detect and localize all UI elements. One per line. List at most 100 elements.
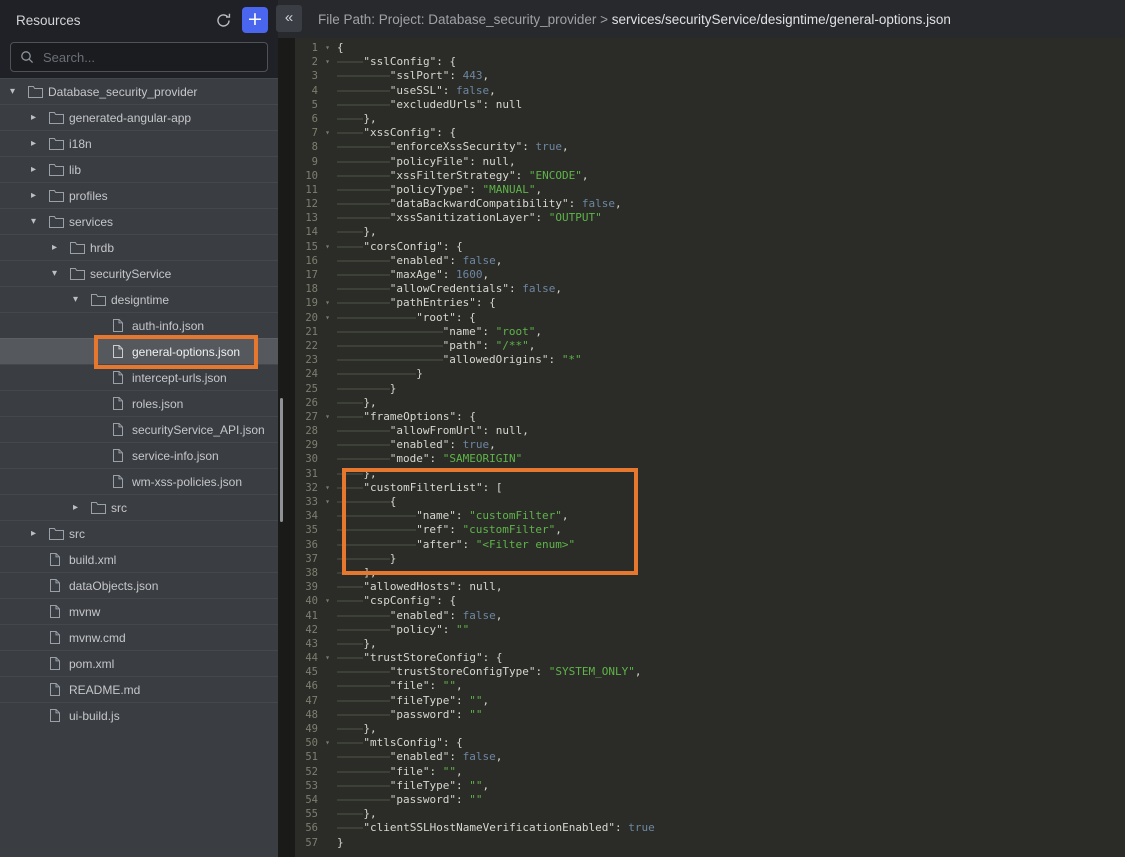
tree-item-Database_security_provider[interactable]: ▾Database_security_provider — [0, 78, 278, 104]
code-line-51[interactable]: 51"enabled": false, — [295, 750, 1125, 764]
tree-item-profiles[interactable]: ▸profiles — [0, 182, 278, 208]
tree-item-service-info.json[interactable]: service-info.json — [0, 442, 278, 468]
code-line-5[interactable]: 5"excludedUrls": null — [295, 98, 1125, 112]
code-line-38[interactable]: 38], — [295, 566, 1125, 580]
code-line-1[interactable]: 1▾{ — [295, 41, 1125, 55]
fold-chevron-icon[interactable]: ▾ — [318, 240, 337, 254]
tree-item-dataObjects.json[interactable]: dataObjects.json — [0, 572, 278, 598]
chevron-right-icon[interactable]: ▸ — [31, 113, 49, 123]
chevron-right-icon[interactable]: ▸ — [73, 503, 91, 513]
code-line-13[interactable]: 13"xssSanitizationLayer": "OUTPUT" — [295, 211, 1125, 225]
tree-item-services[interactable]: ▾services — [0, 208, 278, 234]
code-line-45[interactable]: 45"trustStoreConfigType": "SYSTEM_ONLY", — [295, 665, 1125, 679]
tree-item-hrdb[interactable]: ▸hrdb — [0, 234, 278, 260]
code-line-24[interactable]: 24} — [295, 367, 1125, 381]
code-line-19[interactable]: 19▾"pathEntries": { — [295, 296, 1125, 310]
fold-chevron-icon[interactable]: ▾ — [318, 55, 337, 69]
fold-chevron-icon[interactable]: ▾ — [318, 311, 337, 325]
code-line-3[interactable]: 3"sslPort": 443, — [295, 69, 1125, 83]
code-line-29[interactable]: 29"enabled": true, — [295, 438, 1125, 452]
code-line-12[interactable]: 12"dataBackwardCompatibility": false, — [295, 197, 1125, 211]
tree-item-securityService[interactable]: ▾securityService — [0, 260, 278, 286]
tree-item-mvnw.cmd[interactable]: mvnw.cmd — [0, 624, 278, 650]
code-line-16[interactable]: 16"enabled": false, — [295, 254, 1125, 268]
code-line-46[interactable]: 46"file": "", — [295, 679, 1125, 693]
tree-item-i18n[interactable]: ▸i18n — [0, 130, 278, 156]
code-area[interactable]: 1▾{2▾"sslConfig": {3"sslPort": 443,4"use… — [295, 41, 1125, 850]
code-line-18[interactable]: 18"allowCredentials": false, — [295, 282, 1125, 296]
code-line-10[interactable]: 10"xssFilterStrategy": "ENCODE", — [295, 169, 1125, 183]
code-line-15[interactable]: 15▾"corsConfig": { — [295, 240, 1125, 254]
fold-chevron-icon[interactable]: ▾ — [318, 126, 337, 140]
code-line-48[interactable]: 48"password": "" — [295, 708, 1125, 722]
fold-chevron-icon[interactable]: ▾ — [318, 495, 337, 509]
collapse-panel-button[interactable]: « — [276, 5, 302, 32]
code-line-14[interactable]: 14}, — [295, 225, 1125, 239]
code-line-52[interactable]: 52"file": "", — [295, 765, 1125, 779]
code-line-49[interactable]: 49}, — [295, 722, 1125, 736]
tree-item-generated-angular-app[interactable]: ▸generated-angular-app — [0, 104, 278, 130]
tree-item-lib[interactable]: ▸lib — [0, 156, 278, 182]
tree-item-auth-info.json[interactable]: auth-info.json — [0, 312, 278, 338]
code-line-33[interactable]: 33▾{ — [295, 495, 1125, 509]
fold-chevron-icon[interactable]: ▾ — [318, 594, 337, 608]
code-line-56[interactable]: 56"clientSSLHostNameVerificationEnabled"… — [295, 821, 1125, 835]
search-box[interactable] — [10, 42, 268, 72]
code-line-31[interactable]: 31}, — [295, 467, 1125, 481]
fold-chevron-icon[interactable]: ▾ — [318, 296, 337, 310]
code-line-44[interactable]: 44▾"trustStoreConfig": { — [295, 651, 1125, 665]
code-line-39[interactable]: 39"allowedHosts": null, — [295, 580, 1125, 594]
json-editor[interactable]: 1▾{2▾"sslConfig": {3"sslPort": 443,4"use… — [278, 38, 1125, 857]
code-line-28[interactable]: 28"allowFromUrl": null, — [295, 424, 1125, 438]
fold-chevron-icon[interactable]: ▾ — [318, 410, 337, 424]
code-line-8[interactable]: 8"enforceXssSecurity": true, — [295, 140, 1125, 154]
chevron-right-icon[interactable]: ▸ — [31, 139, 49, 149]
tree-item-securityService_API.json[interactable]: securityService_API.json — [0, 416, 278, 442]
code-line-36[interactable]: 36"after": "<Filter enum>" — [295, 538, 1125, 552]
code-line-55[interactable]: 55}, — [295, 807, 1125, 821]
code-line-42[interactable]: 42"policy": "" — [295, 623, 1125, 637]
code-line-6[interactable]: 6}, — [295, 112, 1125, 126]
tree-item-designtime[interactable]: ▾designtime — [0, 286, 278, 312]
code-line-35[interactable]: 35"ref": "customFilter", — [295, 523, 1125, 537]
tree-item-roles.json[interactable]: roles.json — [0, 390, 278, 416]
code-line-32[interactable]: 32▾"customFilterList": [ — [295, 481, 1125, 495]
chevron-right-icon[interactable]: ▸ — [31, 165, 49, 175]
code-line-47[interactable]: 47"fileType": "", — [295, 694, 1125, 708]
search-input[interactable] — [41, 49, 258, 66]
code-line-9[interactable]: 9"policyFile": null, — [295, 155, 1125, 169]
code-line-17[interactable]: 17"maxAge": 1600, — [295, 268, 1125, 282]
tree-item-intercept-urls.json[interactable]: intercept-urls.json — [0, 364, 278, 390]
fold-chevron-icon[interactable]: ▾ — [318, 736, 337, 750]
chevron-right-icon[interactable]: ▸ — [31, 529, 49, 539]
code-line-21[interactable]: 21"name": "root", — [295, 325, 1125, 339]
tree-item-mvnw[interactable]: mvnw — [0, 598, 278, 624]
tree-item-src[interactable]: ▸src — [0, 520, 278, 546]
tree-item-wm-xss-policies.json[interactable]: wm-xss-policies.json — [0, 468, 278, 494]
code-line-30[interactable]: 30"mode": "SAMEORIGIN" — [295, 452, 1125, 466]
tree-item-general-options.json[interactable]: general-options.json — [0, 338, 278, 364]
code-line-4[interactable]: 4"useSSL": false, — [295, 84, 1125, 98]
chevron-right-icon[interactable]: ▸ — [31, 191, 49, 201]
chevron-right-icon[interactable]: ▸ — [52, 243, 70, 253]
fold-chevron-icon[interactable]: ▾ — [318, 41, 337, 55]
code-line-40[interactable]: 40▾"cspConfig": { — [295, 594, 1125, 608]
code-line-54[interactable]: 54"password": "" — [295, 793, 1125, 807]
code-line-23[interactable]: 23"allowedOrigins": "*" — [295, 353, 1125, 367]
code-line-25[interactable]: 25} — [295, 382, 1125, 396]
chevron-down-icon[interactable]: ▾ — [10, 87, 28, 97]
chevron-down-icon[interactable]: ▾ — [52, 269, 70, 279]
fold-chevron-icon[interactable]: ▾ — [318, 481, 337, 495]
code-line-7[interactable]: 7▾"xssConfig": { — [295, 126, 1125, 140]
refresh-button[interactable] — [211, 8, 235, 32]
tree-item-README.md[interactable]: README.md — [0, 676, 278, 702]
tree-item-pom.xml[interactable]: pom.xml — [0, 650, 278, 676]
code-line-37[interactable]: 37} — [295, 552, 1125, 566]
chevron-down-icon[interactable]: ▾ — [31, 217, 49, 227]
tree-item-src[interactable]: ▸src — [0, 494, 278, 520]
code-line-22[interactable]: 22"path": "/**", — [295, 339, 1125, 353]
code-line-43[interactable]: 43}, — [295, 637, 1125, 651]
code-line-27[interactable]: 27▾"frameOptions": { — [295, 410, 1125, 424]
tree-item-ui-build.js[interactable]: ui-build.js — [0, 702, 278, 728]
code-line-20[interactable]: 20▾"root": { — [295, 311, 1125, 325]
